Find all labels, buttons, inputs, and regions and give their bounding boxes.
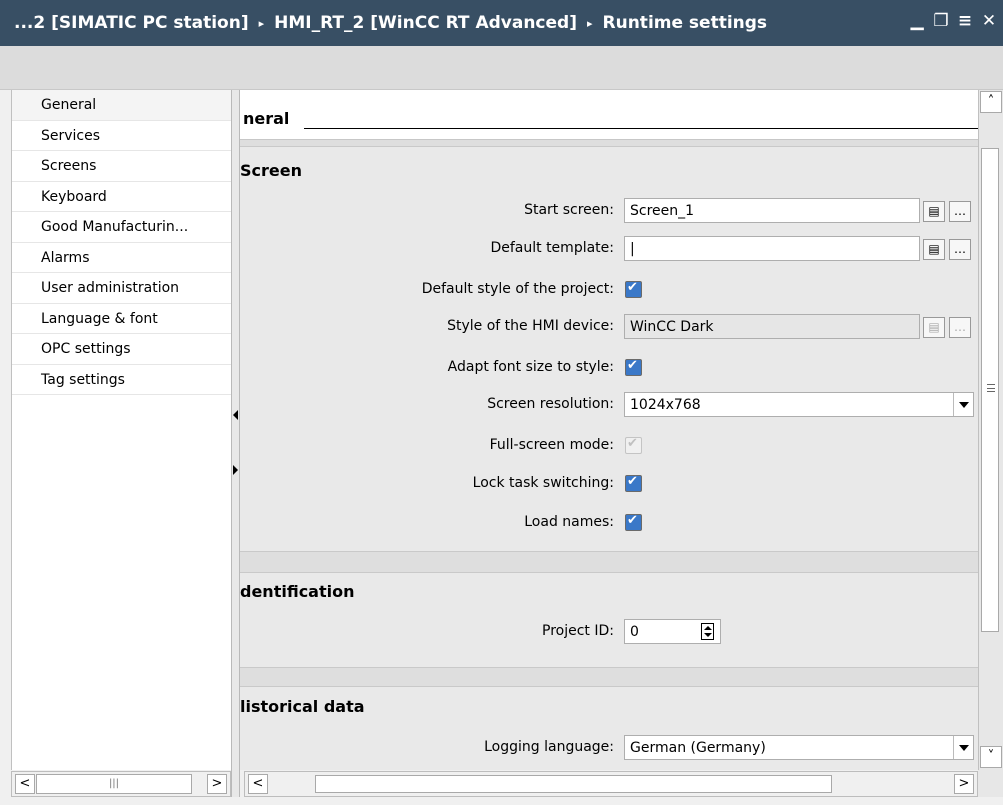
screen-section-title: Screen bbox=[240, 161, 302, 180]
chevron-down-icon[interactable] bbox=[953, 393, 973, 416]
nav-horizontal-scrollbar[interactable]: < ||| > bbox=[11, 771, 231, 797]
content-vertical-scrollbar[interactable]: ˄ ˅ bbox=[978, 90, 1003, 770]
default-template-row: Default template: | ▤ … bbox=[240, 236, 978, 261]
restore-icon[interactable]: ❐ bbox=[933, 12, 949, 30]
adapt-font-label: Adapt font size to style: bbox=[447, 359, 614, 375]
panel-splitter[interactable] bbox=[231, 90, 240, 797]
nav-item-good-manufacturing[interactable]: Good Manufacturin... bbox=[12, 212, 231, 243]
ellipsis-icon[interactable]: … bbox=[949, 201, 971, 222]
default-style-checkbox[interactable] bbox=[625, 280, 642, 298]
start-screen-row: Start screen: Screen_1 ▤ … bbox=[240, 198, 978, 223]
nav-item-opc-settings[interactable]: OPC settings bbox=[12, 334, 231, 365]
historical-section: listorical data Logging language: German… bbox=[240, 686, 978, 770]
breadcrumb-separator-icon: ▸ bbox=[258, 16, 265, 30]
nav-item-keyboard[interactable]: Keyboard bbox=[12, 182, 231, 212]
scroll-left-icon[interactable]: < bbox=[15, 774, 35, 794]
fullscreen-label: Full-screen mode: bbox=[489, 437, 614, 453]
fullscreen-checkbox bbox=[625, 436, 642, 454]
ellipsis-icon[interactable]: … bbox=[949, 239, 971, 260]
nav-item-general[interactable]: General bbox=[12, 90, 231, 121]
style-device-label: Style of the HMI device: bbox=[447, 318, 614, 334]
default-template-field[interactable]: | bbox=[624, 236, 920, 261]
general-header: neral bbox=[240, 90, 978, 140]
screen-resolution-label: Screen resolution: bbox=[487, 396, 614, 412]
breadcrumb: ...2 [SIMATIC PC station] ▸ HMI_RT_2 [Wi… bbox=[14, 13, 767, 33]
lock-task-checkbox[interactable] bbox=[625, 474, 642, 492]
default-template-label: Default template: bbox=[490, 240, 614, 256]
screen-resolution-row: Screen resolution: 1024x768 bbox=[240, 392, 978, 417]
lock-task-row: Lock task switching: bbox=[240, 471, 978, 495]
vertical-scroll-thumb[interactable] bbox=[981, 148, 999, 632]
style-device-row: Style of the HMI device: WinCC Dark ▤ … bbox=[240, 314, 978, 339]
page-title: neral bbox=[243, 109, 290, 128]
scroll-down-icon[interactable]: ˅ bbox=[980, 746, 1002, 768]
list-icon: ▤ bbox=[923, 317, 945, 338]
project-id-value: 0 bbox=[630, 624, 639, 640]
logging-language-row: Logging language: German (Germany) bbox=[240, 735, 978, 760]
list-icon[interactable]: ▤ bbox=[923, 201, 945, 222]
adapt-font-checkbox[interactable] bbox=[625, 358, 642, 376]
content-horizontal-scrollbar[interactable]: < > bbox=[244, 771, 978, 797]
minimize-icon[interactable]: ▁ bbox=[909, 12, 925, 30]
collapse-left-icon[interactable] bbox=[233, 410, 238, 420]
lock-task-label: Lock task switching: bbox=[472, 475, 614, 491]
scroll-up-icon[interactable]: ˄ bbox=[980, 91, 1002, 113]
screen-section: Screen Start screen: Screen_1 ▤ … Defaul… bbox=[240, 146, 978, 552]
menu-icon[interactable]: ≡ bbox=[957, 12, 973, 30]
adapt-font-row: Adapt font size to style: bbox=[240, 355, 978, 379]
scroll-right-icon[interactable]: > bbox=[954, 774, 974, 794]
project-id-stepper[interactable]: 0 bbox=[624, 619, 721, 644]
logging-language-select[interactable]: German (Germany) bbox=[624, 735, 974, 760]
breadcrumb-separator-icon: ▸ bbox=[586, 16, 593, 30]
breadcrumb-device[interactable]: HMI_RT_2 [WinCC RT Advanced] bbox=[274, 13, 577, 33]
project-id-label: Project ID: bbox=[542, 623, 614, 639]
nav-item-screens[interactable]: Screens bbox=[12, 151, 231, 182]
chevron-down-icon[interactable] bbox=[953, 736, 973, 759]
style-device-field: WinCC Dark bbox=[624, 314, 920, 339]
breadcrumb-page: Runtime settings bbox=[602, 13, 768, 33]
start-screen-label: Start screen: bbox=[524, 202, 614, 218]
nav-item-tag-settings[interactable]: Tag settings bbox=[12, 365, 231, 395]
nav-item-user-administration[interactable]: User administration bbox=[12, 273, 231, 304]
default-style-row: Default style of the project: bbox=[240, 277, 978, 301]
window-controls: ▁ ❐ ≡ ✕ bbox=[909, 12, 997, 30]
screen-resolution-value: 1024x768 bbox=[630, 397, 701, 413]
load-names-label: Load names: bbox=[524, 514, 614, 530]
nav-item-services[interactable]: Services bbox=[12, 121, 231, 151]
historical-section-title: listorical data bbox=[240, 697, 365, 716]
ellipsis-icon: … bbox=[949, 317, 971, 338]
horizontal-scroll-thumb[interactable] bbox=[315, 775, 832, 793]
breadcrumb-station[interactable]: ...2 [SIMATIC PC station] bbox=[14, 13, 249, 33]
scroll-right-icon[interactable]: > bbox=[207, 774, 227, 794]
list-icon[interactable]: ▤ bbox=[923, 239, 945, 260]
bottom-strip bbox=[0, 797, 1003, 805]
toolbar bbox=[0, 46, 1003, 90]
identification-section: dentification Project ID: 0 bbox=[240, 572, 978, 668]
stepper-arrows-icon[interactable] bbox=[701, 623, 714, 640]
header-rule bbox=[304, 128, 978, 129]
nav-item-language-font[interactable]: Language & font bbox=[12, 304, 231, 334]
load-names-row: Load names: bbox=[240, 510, 978, 534]
logging-language-label: Logging language: bbox=[484, 739, 614, 755]
settings-nav: General Services Screens Keyboard Good M… bbox=[11, 90, 231, 770]
fullscreen-row: Full-screen mode: bbox=[240, 433, 978, 457]
expand-right-icon[interactable] bbox=[233, 465, 238, 475]
project-id-row: Project ID: 0 bbox=[240, 619, 978, 644]
grip-icon bbox=[987, 384, 995, 392]
logging-language-value: German (Germany) bbox=[630, 740, 766, 756]
nav-item-alarms[interactable]: Alarms bbox=[12, 243, 231, 273]
load-names-checkbox[interactable] bbox=[625, 513, 642, 531]
title-bar: ...2 [SIMATIC PC station] ▸ HMI_RT_2 [Wi… bbox=[0, 0, 1003, 46]
identification-section-title: dentification bbox=[240, 582, 355, 601]
screen-resolution-select[interactable]: 1024x768 bbox=[624, 392, 974, 417]
scroll-left-icon[interactable]: < bbox=[248, 774, 268, 794]
scroll-thumb[interactable]: ||| bbox=[36, 774, 192, 794]
default-style-label: Default style of the project: bbox=[421, 281, 614, 297]
close-icon[interactable]: ✕ bbox=[981, 12, 997, 30]
start-screen-field[interactable]: Screen_1 bbox=[624, 198, 920, 223]
settings-content: neral Screen Start screen: Screen_1 ▤ … … bbox=[240, 90, 978, 770]
